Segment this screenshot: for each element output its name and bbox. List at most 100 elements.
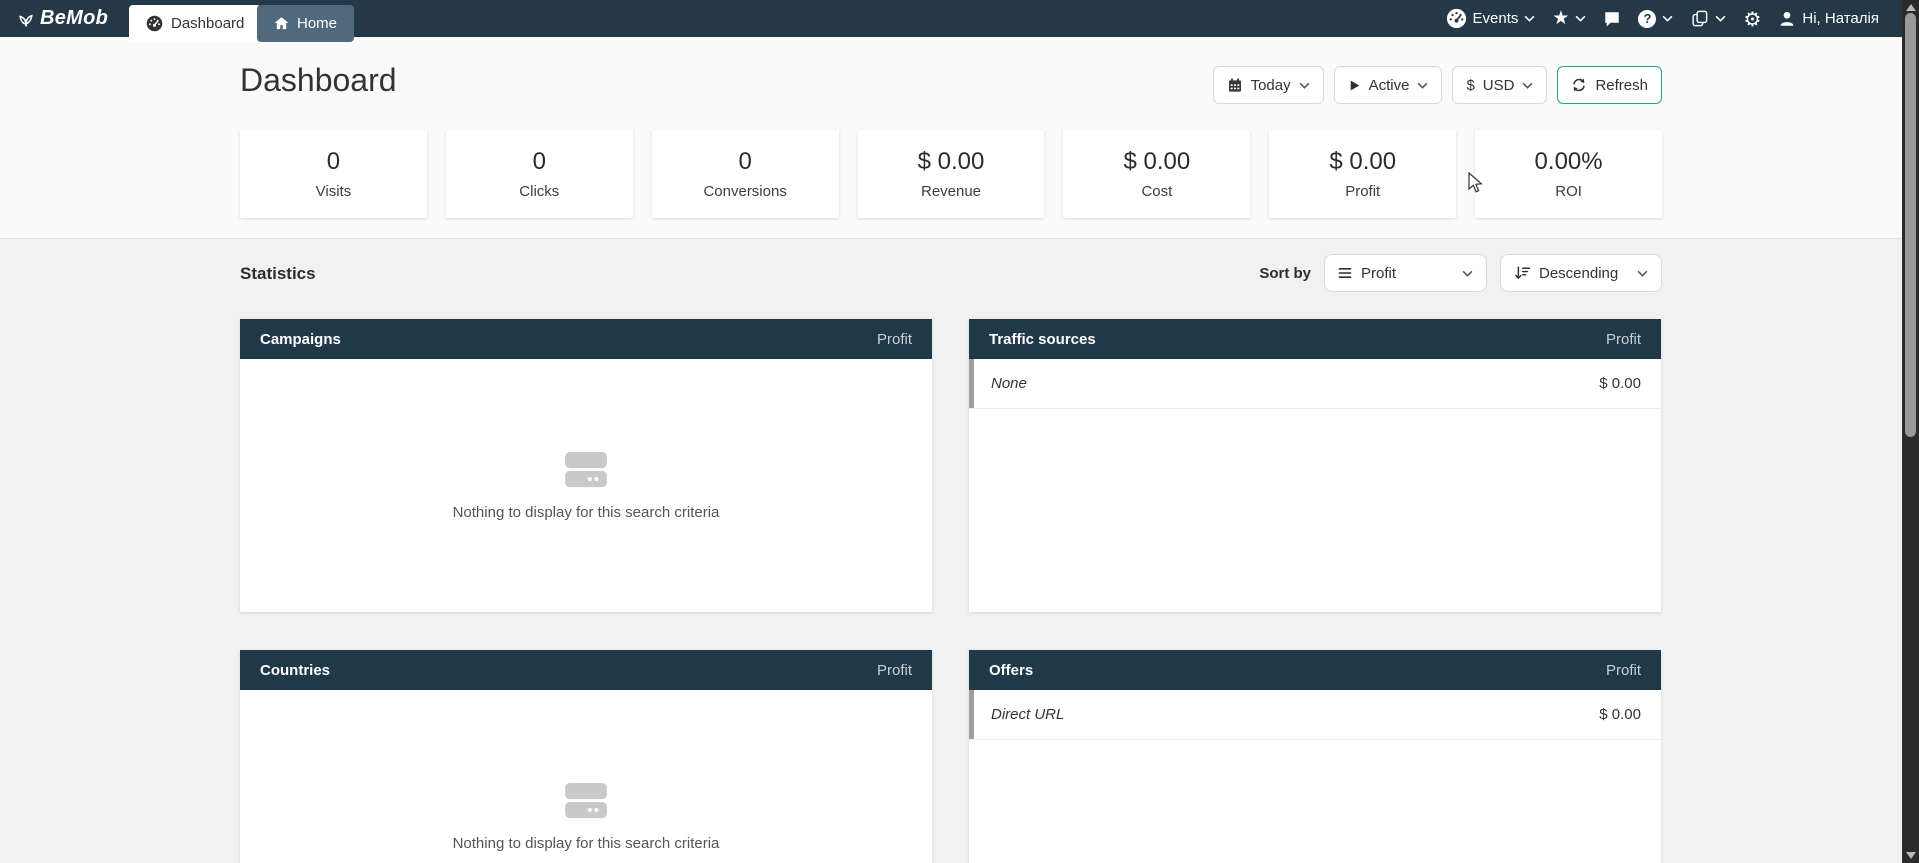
stat-label: Profit bbox=[1345, 183, 1380, 200]
stat-card-conversions[interactable]: 0 Conversions bbox=[652, 130, 839, 218]
stat-value: 0 bbox=[327, 148, 340, 176]
bemob-logo[interactable]: BeMob bbox=[16, 5, 108, 32]
home-icon bbox=[274, 16, 289, 31]
favorites-menu[interactable]: ★ bbox=[1552, 9, 1586, 28]
chevron-down-icon bbox=[1524, 15, 1535, 22]
chevron-down-icon bbox=[1462, 270, 1473, 277]
dashboard-toolbar: Today Active $ USD Refresh bbox=[1213, 66, 1662, 104]
row-name: None bbox=[991, 375, 1027, 392]
mouse-cursor bbox=[1468, 172, 1483, 199]
top-navbar: BeMob Dashboard Home bbox=[0, 0, 1919, 37]
user-menu[interactable]: Hi, Наталія bbox=[1778, 10, 1879, 28]
scroll-up-arrow[interactable] bbox=[1906, 4, 1916, 11]
row-value: $ 0.00 bbox=[1599, 706, 1641, 723]
chevron-down-icon bbox=[1575, 15, 1586, 22]
scroll-down-arrow[interactable] bbox=[1906, 852, 1916, 859]
stat-label: Visits bbox=[316, 183, 352, 200]
panel-campaigns: Campaigns Profit Nothing to display for … bbox=[240, 319, 932, 612]
stat-label: Conversions bbox=[703, 183, 786, 200]
currency-filter-label: USD bbox=[1483, 77, 1515, 94]
stat-card-clicks[interactable]: 0 Clicks bbox=[446, 130, 633, 218]
panel-header: Countries Profit bbox=[240, 650, 932, 690]
chevron-down-icon bbox=[1299, 82, 1310, 89]
panel-title: Campaigns bbox=[260, 331, 341, 348]
empty-state: Nothing to display for this search crite… bbox=[240, 690, 932, 863]
stat-card-revenue[interactable]: $ 0.00 Revenue bbox=[858, 130, 1045, 218]
question-icon: ? bbox=[1638, 10, 1656, 28]
status-filter-label: Active bbox=[1369, 77, 1410, 94]
sort-descending-icon bbox=[1514, 265, 1530, 281]
panel-traffic-sources: Traffic sources Profit None $ 0.00 bbox=[969, 319, 1661, 612]
refresh-label: Refresh bbox=[1595, 77, 1648, 94]
stat-card-cost[interactable]: $ 0.00 Cost bbox=[1063, 130, 1250, 218]
dashboard-gauge-icon bbox=[146, 15, 163, 32]
stat-value: $ 0.00 bbox=[1124, 148, 1191, 176]
sort-by-label: Sort by bbox=[1259, 265, 1311, 282]
table-row[interactable]: Direct URL $ 0.00 bbox=[969, 690, 1661, 740]
panel-title: Countries bbox=[260, 662, 330, 679]
chevron-down-icon bbox=[1662, 15, 1673, 22]
empty-data-icon bbox=[563, 782, 609, 820]
panel-offers: Offers Profit Direct URL $ 0.00 bbox=[969, 650, 1661, 863]
empty-data-icon bbox=[563, 451, 609, 489]
panel-metric-label: Profit bbox=[877, 662, 912, 679]
chat-bubble-icon bbox=[1603, 10, 1621, 28]
scrollbar-thumb[interactable] bbox=[1905, 13, 1916, 437]
tab-dashboard-label: Dashboard bbox=[171, 15, 244, 32]
panel-metric-label: Profit bbox=[1606, 331, 1641, 348]
refresh-button[interactable]: Refresh bbox=[1557, 66, 1662, 104]
stat-label: Revenue bbox=[921, 183, 981, 200]
status-filter-button[interactable]: Active bbox=[1334, 66, 1443, 104]
bemob-leaf-icon bbox=[16, 9, 36, 29]
stat-cards-row: 0 Visits 0 Clicks 0 Conversions $ 0.00 R… bbox=[240, 130, 1662, 218]
refresh-icon bbox=[1571, 77, 1587, 93]
empty-state: Nothing to display for this search crite… bbox=[240, 359, 932, 612]
sort-direction-select[interactable]: Descending bbox=[1500, 254, 1662, 292]
tab-home[interactable]: Home bbox=[257, 5, 354, 42]
sort-direction-value: Descending bbox=[1539, 265, 1618, 282]
panel-title: Offers bbox=[989, 662, 1033, 679]
calendar-icon bbox=[1227, 77, 1243, 93]
help-menu[interactable]: ? bbox=[1638, 10, 1673, 28]
panel-countries: Countries Profit Nothing to display for … bbox=[240, 650, 932, 863]
sort-controls: Sort by Profit Descending bbox=[1259, 254, 1662, 292]
panel-header: Campaigns Profit bbox=[240, 319, 932, 359]
settings-button[interactable]: ⚙ bbox=[1743, 9, 1761, 29]
date-range-button[interactable]: Today bbox=[1213, 66, 1324, 104]
stat-value: 0 bbox=[533, 148, 546, 176]
stat-card-roi[interactable]: 0.00% ROI bbox=[1475, 130, 1662, 218]
chevron-down-icon bbox=[1715, 15, 1726, 22]
brand-text: BeMob bbox=[40, 7, 108, 30]
stack-icon bbox=[1690, 9, 1709, 28]
stat-label: Cost bbox=[1141, 183, 1172, 200]
panel-header: Offers Profit bbox=[969, 650, 1661, 690]
chevron-down-icon bbox=[1522, 82, 1533, 89]
statistics-heading: Statistics bbox=[240, 264, 316, 284]
user-greeting: Hi, Наталія bbox=[1802, 10, 1879, 27]
star-icon: ★ bbox=[1552, 9, 1569, 28]
currency-filter-button[interactable]: $ USD bbox=[1452, 66, 1547, 104]
row-name: Direct URL bbox=[991, 706, 1064, 723]
vertical-scrollbar[interactable] bbox=[1902, 0, 1919, 863]
tab-home-label: Home bbox=[297, 15, 337, 32]
stat-value: 0 bbox=[738, 148, 751, 176]
stat-card-visits[interactable]: 0 Visits bbox=[240, 130, 427, 218]
sort-field-select[interactable]: Profit bbox=[1324, 254, 1487, 292]
date-range-label: Today bbox=[1251, 77, 1291, 94]
events-menu[interactable]: Events bbox=[1446, 8, 1536, 29]
sort-field-value: Profit bbox=[1361, 265, 1396, 282]
empty-state-text: Nothing to display for this search crite… bbox=[453, 504, 720, 521]
workspace-menu[interactable] bbox=[1690, 9, 1726, 28]
row-value: $ 0.00 bbox=[1599, 375, 1641, 392]
panel-header: Traffic sources Profit bbox=[969, 319, 1661, 359]
feedback-button[interactable] bbox=[1603, 10, 1621, 28]
empty-state-text: Nothing to display for this search crite… bbox=[453, 835, 720, 852]
gear-icon: ⚙ bbox=[1743, 9, 1761, 29]
panel-metric-label: Profit bbox=[877, 331, 912, 348]
stat-label: ROI bbox=[1555, 183, 1582, 200]
table-row[interactable]: None $ 0.00 bbox=[969, 359, 1661, 409]
list-icon bbox=[1338, 266, 1352, 280]
statistics-panels: Campaigns Profit Nothing to display for … bbox=[240, 319, 1661, 863]
stat-card-profit[interactable]: $ 0.00 Profit bbox=[1269, 130, 1456, 218]
tab-dashboard[interactable]: Dashboard bbox=[129, 5, 261, 42]
